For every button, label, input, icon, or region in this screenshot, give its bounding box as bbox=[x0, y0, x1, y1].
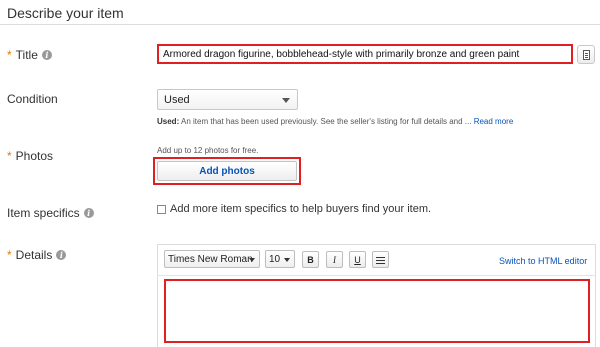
item-specifics-checkbox[interactable] bbox=[157, 205, 166, 214]
chevron-down-icon bbox=[249, 258, 255, 262]
italic-button[interactable]: I bbox=[326, 251, 343, 268]
bulleted-list-icon bbox=[376, 256, 385, 264]
chevron-down-icon bbox=[282, 98, 290, 103]
required-marker: * bbox=[7, 248, 12, 262]
condition-label: Condition bbox=[7, 92, 58, 106]
toolbar-divider bbox=[157, 275, 596, 276]
info-icon[interactable]: i bbox=[56, 250, 67, 260]
font-family-select[interactable]: Times New Roman bbox=[164, 250, 260, 268]
add-photos-button[interactable]: Add photos bbox=[157, 161, 297, 181]
condition-desc-text: An item that has been used previously. S… bbox=[179, 117, 472, 126]
bulleted-list-button[interactable] bbox=[372, 251, 389, 268]
font-size-select[interactable]: 10 bbox=[265, 250, 295, 268]
photos-label: Photos bbox=[15, 149, 54, 163]
title-input[interactable] bbox=[157, 44, 573, 64]
item-specifics-checkbox-label[interactable]: Add more item specifics to help buyers f… bbox=[170, 203, 431, 215]
document-icon bbox=[583, 50, 590, 60]
info-icon[interactable]: i bbox=[83, 208, 94, 218]
font-family-value: Times New Roman bbox=[168, 253, 253, 265]
details-label-group: * Details i bbox=[7, 248, 67, 262]
condition-label-group: Condition bbox=[7, 92, 58, 106]
section-divider bbox=[0, 24, 600, 25]
required-marker: * bbox=[7, 149, 12, 163]
photos-hint: Add up to 12 photos for free. bbox=[157, 146, 259, 155]
condition-select[interactable]: Used bbox=[157, 89, 298, 110]
title-options-button[interactable] bbox=[577, 45, 595, 64]
details-text-area[interactable] bbox=[164, 279, 590, 343]
read-more-link[interactable]: Read more bbox=[474, 117, 514, 126]
title-label: Title bbox=[15, 48, 38, 62]
photos-label-group: * Photos bbox=[7, 149, 53, 163]
condition-desc-term: Used: bbox=[157, 117, 180, 126]
underline-button[interactable]: U bbox=[349, 251, 366, 268]
condition-selected-value: Used bbox=[164, 93, 190, 106]
switch-html-editor-link[interactable]: Switch to HTML editor bbox=[499, 256, 587, 266]
bold-button[interactable]: B bbox=[302, 251, 319, 268]
item-specifics-label-group: Item specifics i bbox=[7, 206, 94, 220]
condition-description: Used: An item that has been used previou… bbox=[157, 117, 513, 126]
chevron-down-icon bbox=[284, 258, 290, 262]
details-label: Details bbox=[15, 248, 53, 262]
font-size-value: 10 bbox=[269, 253, 281, 265]
info-icon[interactable]: i bbox=[41, 50, 52, 60]
section-title: Describe your item bbox=[7, 5, 124, 21]
required-marker: * bbox=[7, 48, 12, 62]
item-specifics-label: Item specifics bbox=[7, 206, 80, 220]
title-label-group: * Title i bbox=[7, 48, 52, 62]
